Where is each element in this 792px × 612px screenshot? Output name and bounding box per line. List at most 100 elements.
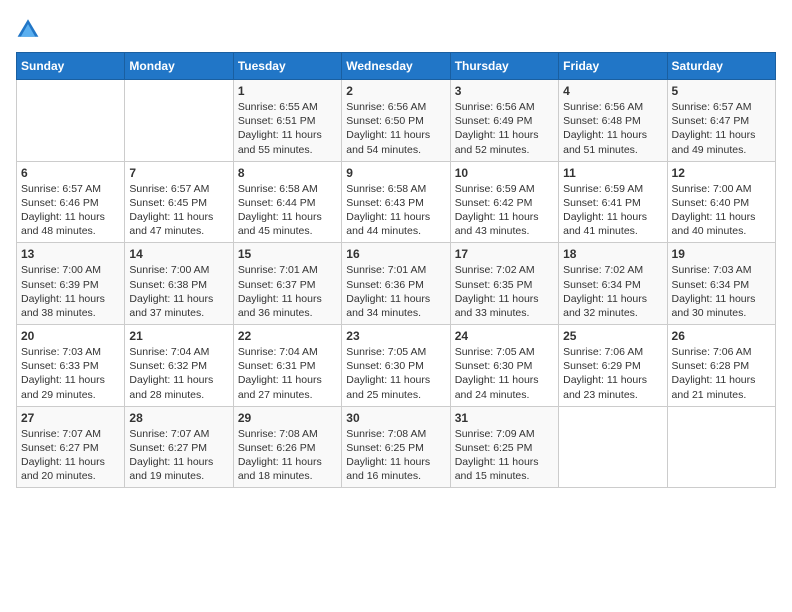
calendar-cell: 10Sunrise: 6:59 AM Sunset: 6:42 PM Dayli… [450, 161, 558, 243]
calendar-cell: 22Sunrise: 7:04 AM Sunset: 6:31 PM Dayli… [233, 325, 341, 407]
calendar-cell: 26 Sunrise: 7:06 AM Sunset: 6:28 PM Dayli… [667, 325, 775, 407]
calendar-cell: 9 Sunrise: 6:58 AM Sunset: 6:43 PM Daylig… [342, 161, 450, 243]
calendar-cell: 3 Sunrise: 6:56 AM Sunset: 6:49 PM Daylig… [450, 80, 558, 162]
day-number: 15 [238, 247, 337, 261]
day-number: 21 [129, 329, 228, 343]
cell-content: Sunrise: 6:58 AM Sunset: 6:44 PM Dayligh… [238, 182, 337, 239]
header-thursday: Thursday [450, 53, 558, 80]
calendar-cell: 13 Sunrise: 7:00 AM Sunset: 6:39 PM Dayli… [17, 243, 125, 325]
calendar-table: SundayMondayTuesdayWednesdayThursdayFrid… [16, 52, 776, 488]
calendar-cell: 30Sunrise: 7:08 AM Sunset: 6:25 PM Dayli… [342, 406, 450, 488]
day-number: 26 [672, 329, 771, 343]
calendar-week-row: 13 Sunrise: 7:00 AM Sunset: 6:39 PM Dayli… [17, 243, 776, 325]
cell-content: Sunrise: 7:06 AM Sunset: 6:29 PM Dayligh… [563, 345, 662, 402]
cell-content: Sunrise: 6:57 AM Sunset: 6:47 PM Dayligh… [672, 100, 771, 157]
calendar-cell: 31 Sunrise: 7:09 AM Sunset: 6:25 PM Dayli… [450, 406, 558, 488]
day-number: 24 [455, 329, 554, 343]
page-header [16, 16, 776, 40]
calendar-cell: 14 Sunrise: 7:00 AM Sunset: 6:38 PM Dayli… [125, 243, 233, 325]
day-number: 7 [129, 166, 228, 180]
calendar-cell: 5 Sunrise: 6:57 AM Sunset: 6:47 PM Daylig… [667, 80, 775, 162]
day-number: 12 [672, 166, 771, 180]
calendar-week-row: 6 Sunrise: 6:57 AM Sunset: 6:46 PM Daylig… [17, 161, 776, 243]
header-saturday: Saturday [667, 53, 775, 80]
calendar-cell: 24 Sunrise: 7:05 AM Sunset: 6:30 PM Dayli… [450, 325, 558, 407]
day-number: 8 [238, 166, 337, 180]
cell-content: Sunrise: 7:00 AM Sunset: 6:39 PM Dayligh… [21, 263, 120, 320]
day-number: 6 [21, 166, 120, 180]
calendar-cell [17, 80, 125, 162]
cell-content: Sunrise: 7:02 AM Sunset: 6:35 PM Dayligh… [455, 263, 554, 320]
cell-content: Sunrise: 7:04 AM Sunset: 6:32 PM Dayligh… [129, 345, 228, 402]
cell-content: Sunrise: 6:58 AM Sunset: 6:43 PM Dayligh… [346, 182, 445, 239]
cell-content: Sunrise: 7:08 AM Sunset: 6:26 PM Dayligh… [238, 427, 337, 484]
cell-content: Sunrise: 7:00 AM Sunset: 6:40 PM Dayligh… [672, 182, 771, 239]
day-number: 4 [563, 84, 662, 98]
calendar-cell: 23 Sunrise: 7:05 AM Sunset: 6:30 PM Dayli… [342, 325, 450, 407]
logo [16, 16, 44, 40]
cell-content: Sunrise: 6:57 AM Sunset: 6:45 PM Dayligh… [129, 182, 228, 239]
day-number: 11 [563, 166, 662, 180]
day-number: 10 [455, 166, 554, 180]
calendar-cell: 17 Sunrise: 7:02 AM Sunset: 6:35 PM Dayli… [450, 243, 558, 325]
day-number: 22 [238, 329, 337, 343]
header-tuesday: Tuesday [233, 53, 341, 80]
day-number: 14 [129, 247, 228, 261]
day-number: 25 [563, 329, 662, 343]
cell-content: Sunrise: 7:05 AM Sunset: 6:30 PM Dayligh… [346, 345, 445, 402]
logo-icon [16, 16, 40, 40]
cell-content: Sunrise: 7:03 AM Sunset: 6:34 PM Dayligh… [672, 263, 771, 320]
cell-content: Sunrise: 6:57 AM Sunset: 6:46 PM Dayligh… [21, 182, 120, 239]
day-number: 30 [346, 411, 445, 425]
header-sunday: Sunday [17, 53, 125, 80]
calendar-cell: 28 Sunrise: 7:07 AM Sunset: 6:27 PM Dayli… [125, 406, 233, 488]
cell-content: Sunrise: 7:01 AM Sunset: 6:37 PM Dayligh… [238, 263, 337, 320]
cell-content: Sunrise: 7:03 AM Sunset: 6:33 PM Dayligh… [21, 345, 120, 402]
calendar-cell: 29 Sunrise: 7:08 AM Sunset: 6:26 PM Dayli… [233, 406, 341, 488]
calendar-cell: 8 Sunrise: 6:58 AM Sunset: 6:44 PM Daylig… [233, 161, 341, 243]
day-number: 5 [672, 84, 771, 98]
day-number: 17 [455, 247, 554, 261]
calendar-cell: 20 Sunrise: 7:03 AM Sunset: 6:33 PM Dayli… [17, 325, 125, 407]
calendar-cell: 7 Sunrise: 6:57 AM Sunset: 6:45 PM Daylig… [125, 161, 233, 243]
cell-content: Sunrise: 7:05 AM Sunset: 6:30 PM Dayligh… [455, 345, 554, 402]
cell-content: Sunrise: 7:07 AM Sunset: 6:27 PM Dayligh… [21, 427, 120, 484]
calendar-cell: 1 Sunrise: 6:55 AM Sunset: 6:51 PM Daylig… [233, 80, 341, 162]
cell-content: Sunrise: 7:07 AM Sunset: 6:27 PM Dayligh… [129, 427, 228, 484]
cell-content: Sunrise: 7:09 AM Sunset: 6:25 PM Dayligh… [455, 427, 554, 484]
cell-content: Sunrise: 6:59 AM Sunset: 6:41 PM Dayligh… [563, 182, 662, 239]
day-number: 3 [455, 84, 554, 98]
cell-content: Sunrise: 6:56 AM Sunset: 6:50 PM Dayligh… [346, 100, 445, 157]
day-number: 29 [238, 411, 337, 425]
cell-content: Sunrise: 7:02 AM Sunset: 6:34 PM Dayligh… [563, 263, 662, 320]
day-number: 1 [238, 84, 337, 98]
cell-content: Sunrise: 6:56 AM Sunset: 6:49 PM Dayligh… [455, 100, 554, 157]
cell-content: Sunrise: 7:06 AM Sunset: 6:28 PM Dayligh… [672, 345, 771, 402]
cell-content: Sunrise: 7:00 AM Sunset: 6:38 PM Dayligh… [129, 263, 228, 320]
day-number: 31 [455, 411, 554, 425]
day-number: 2 [346, 84, 445, 98]
calendar-cell: 18Sunrise: 7:02 AM Sunset: 6:34 PM Dayli… [559, 243, 667, 325]
day-number: 13 [21, 247, 120, 261]
day-number: 9 [346, 166, 445, 180]
calendar-cell: 2 Sunrise: 6:56 AM Sunset: 6:50 PM Daylig… [342, 80, 450, 162]
header-wednesday: Wednesday [342, 53, 450, 80]
calendar-week-row: 27Sunrise: 7:07 AM Sunset: 6:27 PM Dayli… [17, 406, 776, 488]
calendar-week-row: 1 Sunrise: 6:55 AM Sunset: 6:51 PM Daylig… [17, 80, 776, 162]
day-number: 20 [21, 329, 120, 343]
header-monday: Monday [125, 53, 233, 80]
calendar-cell [559, 406, 667, 488]
calendar-cell [125, 80, 233, 162]
day-number: 28 [129, 411, 228, 425]
calendar-header-row: SundayMondayTuesdayWednesdayThursdayFrid… [17, 53, 776, 80]
header-friday: Friday [559, 53, 667, 80]
day-number: 16 [346, 247, 445, 261]
calendar-cell: 11 Sunrise: 6:59 AM Sunset: 6:41 PM Dayli… [559, 161, 667, 243]
cell-content: Sunrise: 6:56 AM Sunset: 6:48 PM Dayligh… [563, 100, 662, 157]
calendar-cell: 16Sunrise: 7:01 AM Sunset: 6:36 PM Dayli… [342, 243, 450, 325]
calendar-cell: 15 Sunrise: 7:01 AM Sunset: 6:37 PM Dayli… [233, 243, 341, 325]
calendar-cell: 27Sunrise: 7:07 AM Sunset: 6:27 PM Dayli… [17, 406, 125, 488]
day-number: 23 [346, 329, 445, 343]
calendar-cell: 25 Sunrise: 7:06 AM Sunset: 6:29 PM Dayli… [559, 325, 667, 407]
cell-content: Sunrise: 6:55 AM Sunset: 6:51 PM Dayligh… [238, 100, 337, 157]
